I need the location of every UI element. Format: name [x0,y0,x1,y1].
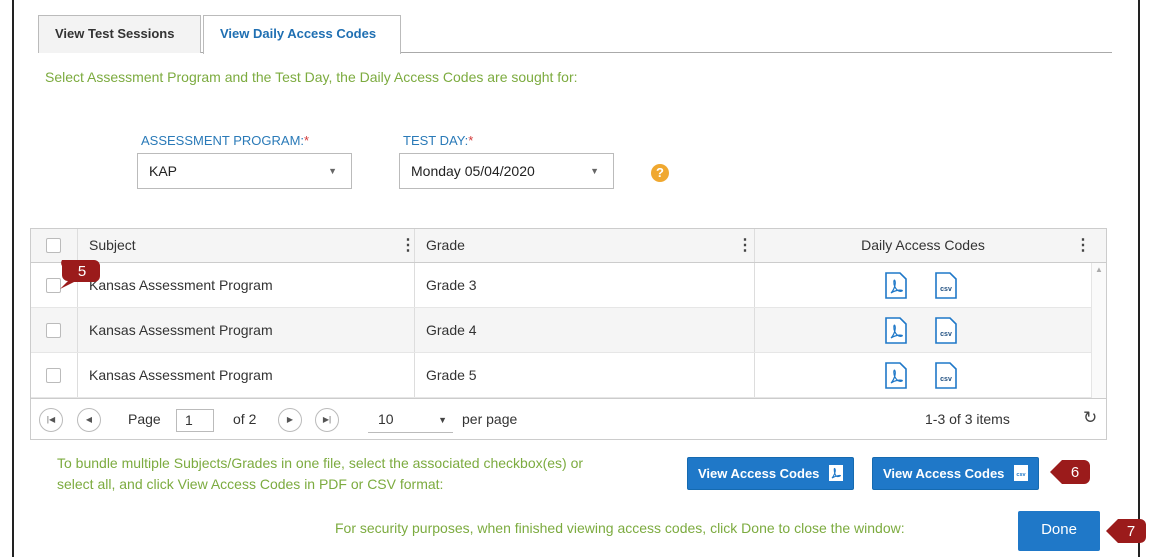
column-menu-icon[interactable]: ⋮ [737,229,753,262]
view-csv-label: View Access Codes [883,466,1005,481]
csv-file-icon[interactable]: csv [935,317,957,344]
pdf-icon [829,465,844,481]
test-day-value: Monday 05/04/2020 [411,163,535,179]
grid-header: Subject ⋮ Grade ⋮ Daily Access Codes ⋮ [31,229,1106,263]
row-check-cell [31,353,78,397]
svg-text:5: 5 [78,263,86,280]
bundle-instructions: To bundle multiple Subjects/Grades in on… [57,453,677,495]
page-size-select[interactable]: 10 ▼ [368,407,453,433]
svg-text:6: 6 [1071,464,1079,481]
callout-7-marker: 7 [1106,519,1146,543]
csv-icon: csv [1014,465,1029,481]
assessment-program-select[interactable]: KAP ▼ [137,153,352,189]
column-menu-icon[interactable]: ⋮ [400,229,416,262]
row-subject: Kansas Assessment Program [78,353,415,397]
page-total-label: of 2 [233,411,257,427]
view-access-codes-pdf-button[interactable]: View Access Codes [687,457,855,490]
refresh-icon[interactable]: ↻ [1083,408,1097,428]
intro-instructions: Select Assessment Program and the Test D… [45,69,578,85]
view-pdf-label: View Access Codes [698,466,820,481]
help-icon[interactable]: ? [651,164,669,182]
page-size-value: 10 [378,411,394,427]
access-codes-grid: Subject ⋮ Grade ⋮ Daily Access Codes ⋮ K… [30,228,1107,440]
svg-text:csv: csv [1016,472,1026,478]
chevron-down-icon: ▼ [438,415,447,425]
pdf-file-icon[interactable] [885,362,907,389]
row-grade: Grade 5 [415,353,755,397]
table-row: Kansas Assessment Program Grade 3 csv [31,263,1091,308]
assessment-program-value: KAP [149,163,178,179]
column-header-subject[interactable]: Subject ⋮ [78,229,416,262]
row-codes: csv [755,308,1091,352]
assessment-program-label: ASSESSMENT PROGRAM:* [141,133,310,148]
security-note: For security purposes, when finished vie… [335,520,905,536]
scroll-up-icon[interactable]: ▲ [1095,265,1103,274]
row-subject: Kansas Assessment Program [78,308,415,352]
column-grade-label: Grade [426,237,465,253]
row-codes: csv [755,263,1091,307]
chevron-down-icon: ▼ [590,166,599,176]
last-page-icon[interactable]: ▶| [315,408,339,432]
svg-text:csv: csv [940,376,952,383]
chevron-down-icon: ▼ [328,166,337,176]
items-summary: 1-3 of 3 items [925,411,1010,427]
view-access-codes-csv-button[interactable]: View Access Codes csv [872,457,1040,490]
grid-scrollbar[interactable]: ▲ [1091,263,1106,398]
tab-bar: View Test Sessions View Daily Access Cod… [38,15,1112,54]
table-row: Kansas Assessment Program Grade 5 csv [31,353,1091,398]
first-page-icon[interactable]: |◀ [39,408,63,432]
test-day-select[interactable]: Monday 05/04/2020 ▼ [399,153,614,189]
svg-text:csv: csv [940,331,952,338]
callout-6-marker: 6 [1050,460,1090,484]
next-page-icon[interactable]: ▶ [278,408,302,432]
csv-file-icon[interactable]: csv [935,272,957,299]
column-codes-label: Daily Access Codes [861,237,985,253]
column-menu-icon[interactable]: ⋮ [1075,229,1091,262]
csv-file-icon[interactable]: csv [935,362,957,389]
column-header-grade[interactable]: Grade ⋮ [415,229,755,262]
tab-view-test-sessions[interactable]: View Test Sessions [38,15,201,53]
row-grade: Grade 3 [415,263,755,307]
pdf-file-icon[interactable] [885,317,907,344]
svg-text:csv: csv [940,286,952,293]
table-row: Kansas Assessment Program Grade 4 csv [31,308,1091,353]
per-page-label: per page [462,411,518,427]
bundle-line-2: select all, and click View Access Codes … [57,476,444,492]
bundle-line-1: To bundle multiple Subjects/Grades in on… [57,455,584,471]
row-checkbox[interactable] [46,323,61,338]
column-header-daily-access-codes[interactable]: Daily Access Codes ⋮ [755,229,1091,262]
page-number-input[interactable]: 1 [176,409,214,432]
tab-view-daily-access-codes[interactable]: View Daily Access Codes [203,15,401,54]
grid-pager: |◀ ◀ Page 1 of 2 ▶ ▶| 10 ▼ per page 1-3 … [31,398,1106,439]
select-all-checkbox[interactable] [46,238,61,253]
test-day-label: TEST DAY:* [403,133,474,148]
svg-text:7: 7 [1127,523,1135,540]
prev-page-icon[interactable]: ◀ [77,408,101,432]
row-checkbox[interactable] [46,368,61,383]
column-subject-label: Subject [89,237,136,253]
pdf-file-icon[interactable] [885,272,907,299]
done-button[interactable]: Done [1018,511,1100,551]
row-check-cell [31,308,78,352]
row-codes: csv [755,353,1091,397]
row-grade: Grade 4 [415,308,755,352]
row-subject: Kansas Assessment Program [78,263,415,307]
page-label: Page [128,411,161,427]
callout-5-marker: 5 [60,260,100,289]
